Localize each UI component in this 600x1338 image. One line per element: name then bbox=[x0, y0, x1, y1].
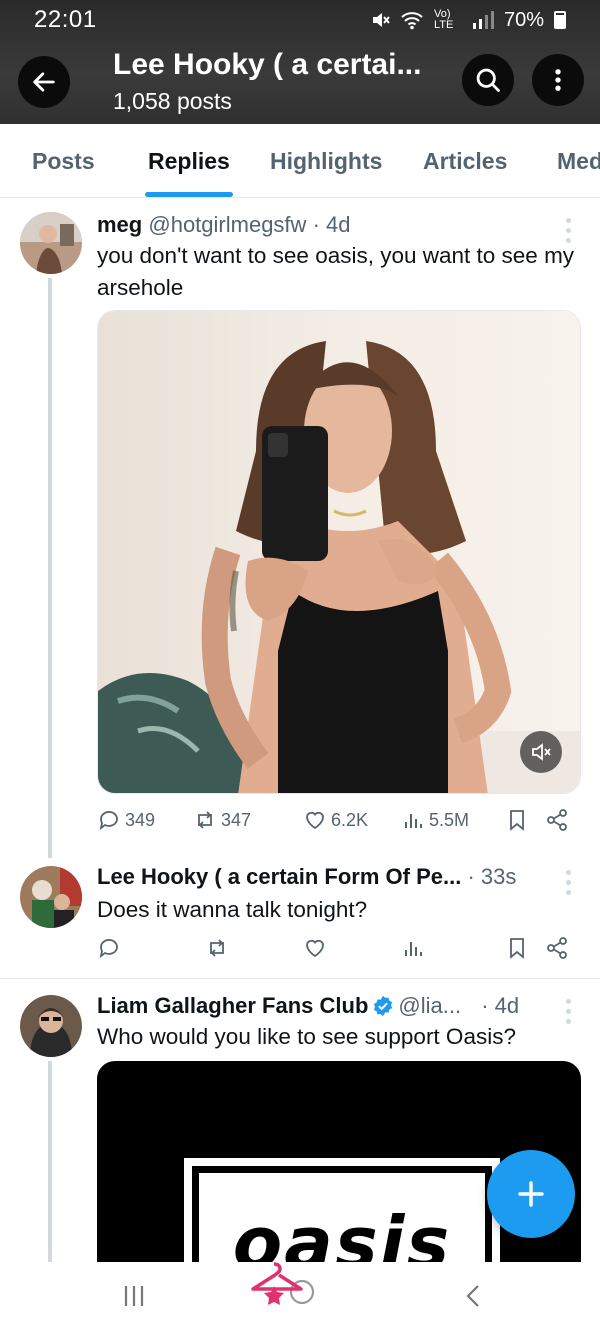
share-button[interactable] bbox=[545, 936, 569, 960]
wifi-icon bbox=[401, 12, 423, 30]
bookmark-icon bbox=[510, 938, 524, 959]
tweet-actions bbox=[97, 936, 577, 968]
avatar[interactable] bbox=[20, 995, 82, 1057]
avatar[interactable] bbox=[20, 866, 82, 928]
share-icon bbox=[547, 937, 567, 959]
tab-replies[interactable]: Replies bbox=[148, 148, 230, 175]
thread-line bbox=[48, 278, 52, 858]
chevron-left-icon bbox=[466, 1285, 479, 1307]
repost-button[interactable] bbox=[205, 936, 229, 960]
tweet-text: you don't want to see oasis, you want to… bbox=[97, 243, 575, 300]
system-navigation-bar bbox=[0, 1262, 600, 1338]
heart-icon bbox=[306, 939, 324, 958]
mute-status-icon bbox=[372, 13, 390, 27]
status-time: 22:01 bbox=[34, 6, 97, 33]
share-button[interactable] bbox=[545, 808, 569, 832]
tweet-lee-hooky[interactable]: Lee Hooky ( a certain Form Of Pe... · 33… bbox=[0, 848, 600, 978]
back-nav-button[interactable] bbox=[460, 1282, 488, 1315]
reply-icon bbox=[99, 939, 118, 959]
tweet-text: Does it wanna talk tonight? bbox=[97, 897, 368, 922]
tweet-more-button[interactable] bbox=[560, 870, 576, 895]
views-icon bbox=[405, 942, 422, 956]
status-icons: Vo) LTE 70% bbox=[370, 9, 566, 32]
tweet-video[interactable] bbox=[97, 310, 581, 794]
bookmark-button[interactable] bbox=[505, 936, 529, 960]
tab-posts[interactable]: Posts bbox=[32, 148, 95, 175]
recent-apps-button[interactable] bbox=[120, 1282, 148, 1315]
views-count: 5.5M bbox=[429, 809, 470, 830]
like-button[interactable] bbox=[303, 936, 327, 960]
back-button[interactable] bbox=[18, 56, 70, 108]
tweet-meg[interactable]: meg @hotgirlmegsfw · 4d you don't want t… bbox=[0, 198, 600, 858]
avatar-image bbox=[20, 212, 82, 274]
repost-button[interactable]: 347 bbox=[193, 808, 251, 832]
verified-badge-icon bbox=[374, 995, 393, 1017]
network-label: Vo) LTE bbox=[433, 8, 454, 31]
reply-button[interactable]: 349 bbox=[97, 808, 155, 832]
reply-button[interactable] bbox=[97, 936, 121, 960]
views-button[interactable]: 5.5M bbox=[401, 808, 469, 832]
video-frame bbox=[98, 311, 580, 793]
profile-name: Lee Hooky ( a certai... bbox=[113, 48, 422, 81]
profile-header: 22:01 Vo) LTE 70% Lee Hooky ( a certai..… bbox=[0, 0, 600, 124]
tweet-author-name[interactable]: Liam Gallagher Fans Club bbox=[97, 993, 368, 1018]
share-icon bbox=[547, 809, 567, 831]
tab-media[interactable]: Med bbox=[557, 148, 600, 175]
active-tab-indicator bbox=[145, 192, 233, 197]
status-bar: 22:01 Vo) LTE 70% bbox=[0, 0, 600, 40]
more-options-button[interactable] bbox=[532, 54, 584, 106]
heart-icon bbox=[306, 811, 324, 830]
tweet-author-handle[interactable]: @hotgirlmegsfw bbox=[148, 212, 306, 237]
bookmark-button[interactable] bbox=[505, 808, 529, 832]
avatar-image bbox=[20, 995, 82, 1057]
tweet-time: · 4d bbox=[312, 212, 351, 237]
profile-tabs: Posts Replies Highlights Articles Med bbox=[0, 124, 600, 198]
avatar-image bbox=[20, 866, 82, 928]
bookmark-icon bbox=[510, 810, 524, 831]
oasis-logo-card: oasis bbox=[184, 1158, 500, 1263]
tweet-text: Who would you like to see support Oasis? bbox=[97, 1024, 516, 1049]
arrow-left-icon bbox=[33, 72, 55, 92]
tweet-time: · 33s bbox=[467, 864, 517, 889]
battery-percent: 70% bbox=[503, 8, 544, 31]
mute-button[interactable] bbox=[520, 731, 562, 773]
tweet-actions: 349 347 6.2K 5.5M bbox=[97, 808, 577, 840]
mute-icon bbox=[532, 743, 551, 761]
tab-highlights[interactable]: Highlights bbox=[270, 148, 382, 175]
plus-icon bbox=[518, 1181, 544, 1207]
repost-count: 347 bbox=[221, 809, 252, 830]
reply-count: 349 bbox=[125, 809, 156, 830]
like-count: 6.2K bbox=[331, 809, 369, 830]
hanger-overlay-icon bbox=[251, 1262, 315, 1305]
search-button[interactable] bbox=[462, 54, 514, 106]
repost-icon bbox=[210, 939, 224, 957]
more-vertical-icon bbox=[555, 69, 561, 91]
home-button[interactable] bbox=[244, 1256, 324, 1317]
recent-apps-icon bbox=[124, 1286, 144, 1306]
profile-post-count: 1,058 posts bbox=[113, 88, 232, 114]
tweet-time: · 4d bbox=[481, 993, 520, 1018]
tweet-author-name[interactable]: Lee Hooky ( a certain Form Of Pe... bbox=[97, 864, 461, 889]
thread-line bbox=[48, 1061, 52, 1263]
tab-articles[interactable]: Articles bbox=[423, 148, 507, 175]
views-button[interactable] bbox=[401, 936, 425, 960]
compose-button[interactable] bbox=[487, 1150, 575, 1238]
oasis-logo-text: oasis bbox=[232, 1201, 452, 1263]
like-button[interactable]: 6.2K bbox=[303, 808, 368, 832]
repost-icon bbox=[198, 811, 212, 829]
signal-icon bbox=[472, 11, 494, 29]
tweet-author-handle[interactable]: @lia... bbox=[398, 993, 461, 1018]
views-icon bbox=[405, 814, 422, 828]
reply-icon bbox=[99, 811, 118, 831]
tweet-author-name[interactable]: meg bbox=[97, 212, 142, 237]
battery-icon bbox=[554, 11, 566, 29]
search-icon bbox=[476, 68, 500, 92]
avatar[interactable] bbox=[20, 212, 82, 274]
